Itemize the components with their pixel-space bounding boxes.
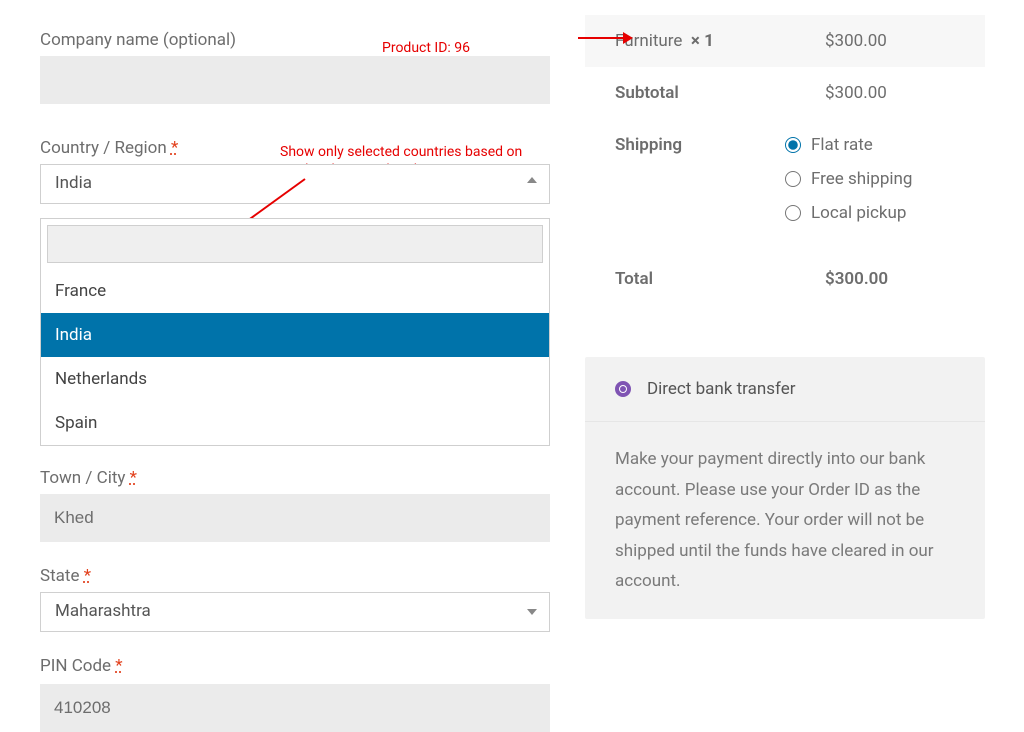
state-label-text: State — [40, 566, 79, 586]
subtotal-label: Subtotal — [615, 83, 825, 103]
country-option-spain[interactable]: Spain — [41, 401, 549, 445]
required-mark: * — [130, 468, 137, 488]
shipping-radio-free[interactable] — [785, 171, 801, 187]
shipping-option-flat-rate[interactable]: Flat rate — [785, 135, 955, 155]
shipping-option-free[interactable]: Free shipping — [785, 169, 955, 189]
total-label: Total — [615, 269, 825, 289]
shipping-opt-label: Free shipping — [811, 169, 912, 189]
shipping-opt-label: Local pickup — [811, 203, 906, 223]
shipping-options: Flat rate Free shipping Local pickup — [785, 135, 955, 237]
annotation-product-id: Product ID: 96 — [382, 40, 470, 56]
shipping-radio-flat-rate[interactable] — [785, 137, 801, 153]
town-input[interactable] — [40, 494, 550, 542]
state-value: Maharashtra — [55, 601, 151, 621]
town-label-text: Town / City — [40, 468, 125, 488]
dropdown-search-wrap — [41, 219, 549, 269]
shipping-option-pickup[interactable]: Local pickup — [785, 203, 955, 223]
state-field-group: State * Maharashtra — [40, 566, 555, 632]
total-value: $300.00 — [825, 269, 955, 289]
pin-input[interactable] — [40, 684, 550, 732]
country-option-netherlands[interactable]: Netherlands — [41, 357, 549, 401]
order-product-row: Furniture × 1 $300.00 — [585, 15, 985, 67]
country-option-india[interactable]: India — [41, 313, 549, 357]
state-label: State * — [40, 566, 555, 586]
payment-method-direct-bank[interactable]: Direct bank transfer — [585, 357, 985, 422]
subtotal-row: Subtotal $300.00 — [585, 67, 985, 119]
required-mark: * — [115, 656, 122, 676]
shipping-radio-pickup[interactable] — [785, 205, 801, 221]
shipping-label: Shipping — [615, 135, 785, 237]
country-option-france[interactable]: France — [41, 269, 549, 313]
required-mark: * — [84, 566, 91, 586]
payment-radio-icon — [615, 381, 631, 397]
shipping-opt-label: Flat rate — [811, 135, 873, 155]
payment-description: Make your payment directly into our bank… — [585, 422, 985, 619]
shipping-row: Shipping Flat rate Free shipping Local p… — [585, 119, 985, 253]
order-summary: Furniture × 1 $300.00 Subtotal $300.00 S… — [585, 15, 985, 305]
country-selected-value: India — [55, 173, 92, 193]
payment-method-label: Direct bank transfer — [647, 379, 795, 399]
product-cell: Furniture × 1 — [615, 31, 825, 51]
company-field-group: Company name (optional) — [40, 30, 555, 104]
chevron-up-icon — [527, 177, 537, 183]
country-label-text: Country / Region — [40, 138, 167, 158]
payment-box: Direct bank transfer Make your payment d… — [585, 357, 985, 619]
pin-field-group: PIN Code * — [40, 656, 555, 732]
town-label-partial: Town / City * — [40, 468, 555, 488]
chevron-down-icon — [527, 609, 537, 615]
country-search-input[interactable] — [47, 225, 543, 263]
product-price: $300.00 — [825, 31, 955, 51]
product-qty: × 1 — [691, 31, 714, 51]
required-mark: * — [171, 138, 178, 158]
pin-label-text: PIN Code — [40, 656, 111, 676]
company-label: Company name (optional) — [40, 30, 555, 50]
annotation-arrow-icon — [578, 30, 633, 46]
company-input[interactable] — [40, 56, 550, 104]
total-row: Total $300.00 — [585, 253, 985, 305]
country-dropdown-panel: France India Netherlands Spain — [40, 218, 550, 446]
subtotal-value: $300.00 — [825, 83, 955, 103]
pin-label: PIN Code * — [40, 656, 555, 676]
state-select[interactable]: Maharashtra — [40, 592, 550, 632]
